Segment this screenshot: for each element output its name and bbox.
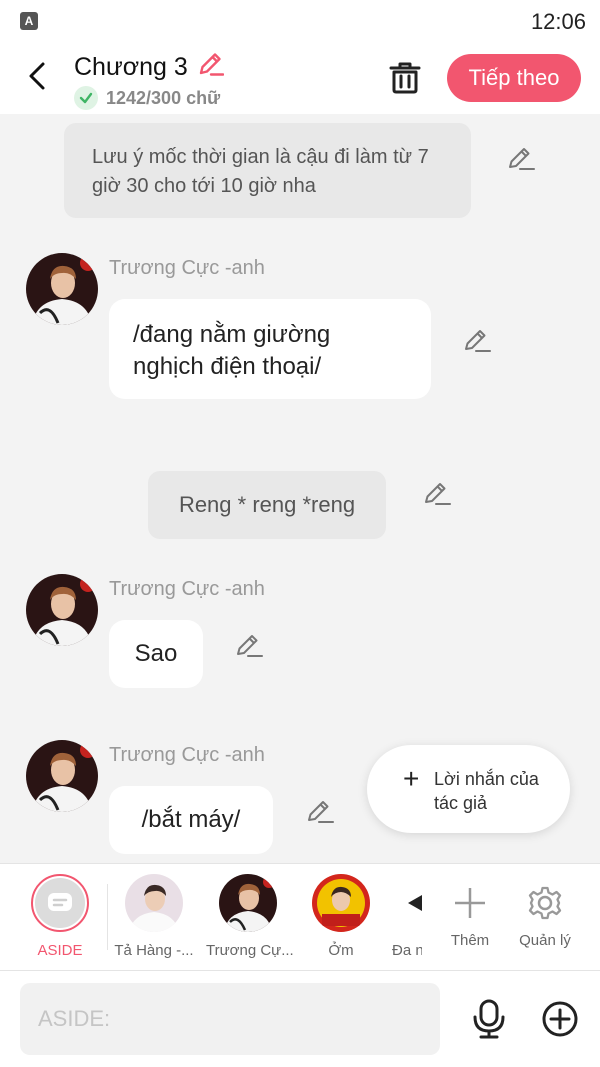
chapter-title-block: Chương 3 1242/300 chữ xyxy=(74,50,225,110)
character-name: ASIDE xyxy=(37,942,83,959)
back-arrow-icon xyxy=(29,62,45,90)
avatar xyxy=(312,874,370,932)
narration-text: Lưu ý mốc thời gian là cậu đi làm từ 7 g… xyxy=(92,146,429,197)
character-aside[interactable]: ASIDE xyxy=(30,874,90,959)
pencil-icon[interactable] xyxy=(305,797,335,827)
word-count: 1242/300 chữ xyxy=(106,87,221,108)
character-name: Tả Hàng -... xyxy=(114,942,194,959)
message-bubble[interactable]: /đang nằm giường nghịch điện thoại/ xyxy=(109,299,431,399)
narration-message[interactable]: Lưu ý mốc thời gian là cậu đi làm từ 7 g… xyxy=(64,123,471,218)
message-input[interactable] xyxy=(20,983,440,1055)
manage-characters-button[interactable]: Quản lý xyxy=(512,874,578,949)
input-bar xyxy=(0,971,600,1067)
speaker-name: Trương Cực -anh xyxy=(109,744,265,766)
add-character-button[interactable]: Thêm xyxy=(440,874,500,949)
character-name: Ởm xyxy=(328,942,354,959)
header: Chương 3 1242/300 chữ Tiếp theo xyxy=(0,42,600,114)
message-bubble[interactable]: /bắt máy/ xyxy=(109,786,273,854)
avatar xyxy=(219,874,277,932)
character-item[interactable]: Tả Hàng -... xyxy=(114,874,194,959)
character-item[interactable]: Trương Cự... xyxy=(206,874,294,959)
avatar[interactable] xyxy=(26,574,98,646)
add-circle-icon xyxy=(542,1001,578,1037)
pencil-icon[interactable] xyxy=(422,479,452,509)
avatar xyxy=(392,874,422,932)
character-bar: ASIDE Tả Hàng -... Trương Cự... Ởm Đa n … xyxy=(0,863,600,971)
plus-icon xyxy=(455,888,485,918)
status-indicator: A xyxy=(20,12,38,30)
character-name: Đa n xyxy=(392,942,422,959)
chat-bubble-icon xyxy=(48,893,72,911)
author-note-button[interactable]: + Lời nhắn của tác giả xyxy=(367,745,570,833)
avatar[interactable] xyxy=(26,740,98,812)
voice-button[interactable] xyxy=(470,999,508,1039)
character-item[interactable]: Ởm xyxy=(310,874,372,959)
message-bubble[interactable]: Sao xyxy=(109,620,203,688)
pencil-icon[interactable] xyxy=(462,326,492,356)
gear-icon xyxy=(528,886,562,920)
character-item[interactable]: Đa n xyxy=(392,874,422,959)
speaker-name: Trương Cực -anh xyxy=(109,578,265,600)
character-name: Trương Cự... xyxy=(206,942,294,959)
message-text: /bắt máy/ xyxy=(141,806,241,833)
narration-text: Reng * reng *reng xyxy=(178,492,356,517)
manage-characters-label: Quản lý xyxy=(519,932,571,949)
add-character-label: Thêm xyxy=(450,932,490,949)
narration-message[interactable]: Reng * reng *reng xyxy=(148,471,386,539)
status-time: 12:06 xyxy=(530,9,586,34)
back-button[interactable] xyxy=(18,56,58,96)
speaker-name: Trương Cực -anh xyxy=(109,257,265,279)
pencil-icon[interactable] xyxy=(234,631,264,661)
aside-avatar xyxy=(31,874,89,932)
trash-icon xyxy=(389,62,421,94)
microphone-icon xyxy=(473,999,505,1039)
chat-area[interactable]: Lưu ý mốc thời gian là cậu đi làm từ 7 g… xyxy=(0,114,600,863)
delete-button[interactable] xyxy=(386,58,424,96)
message-text: /đang nằm giường nghịch điện thoại/ xyxy=(133,321,331,380)
author-note-label: Lời nhắn của tác giả xyxy=(434,769,539,813)
plus-icon: + xyxy=(403,763,420,794)
pencil-icon[interactable] xyxy=(196,50,225,78)
next-button[interactable]: Tiếp theo xyxy=(447,54,581,102)
avatar xyxy=(125,874,183,932)
add-content-button[interactable] xyxy=(540,999,580,1039)
pencil-icon[interactable] xyxy=(506,144,536,174)
chapter-title: Chương 3 xyxy=(74,53,188,81)
status-bar: A 12:06 xyxy=(0,0,600,42)
check-icon xyxy=(74,86,98,110)
avatar[interactable] xyxy=(26,253,98,325)
divider xyxy=(107,884,108,950)
message-text: Sao xyxy=(134,640,178,667)
